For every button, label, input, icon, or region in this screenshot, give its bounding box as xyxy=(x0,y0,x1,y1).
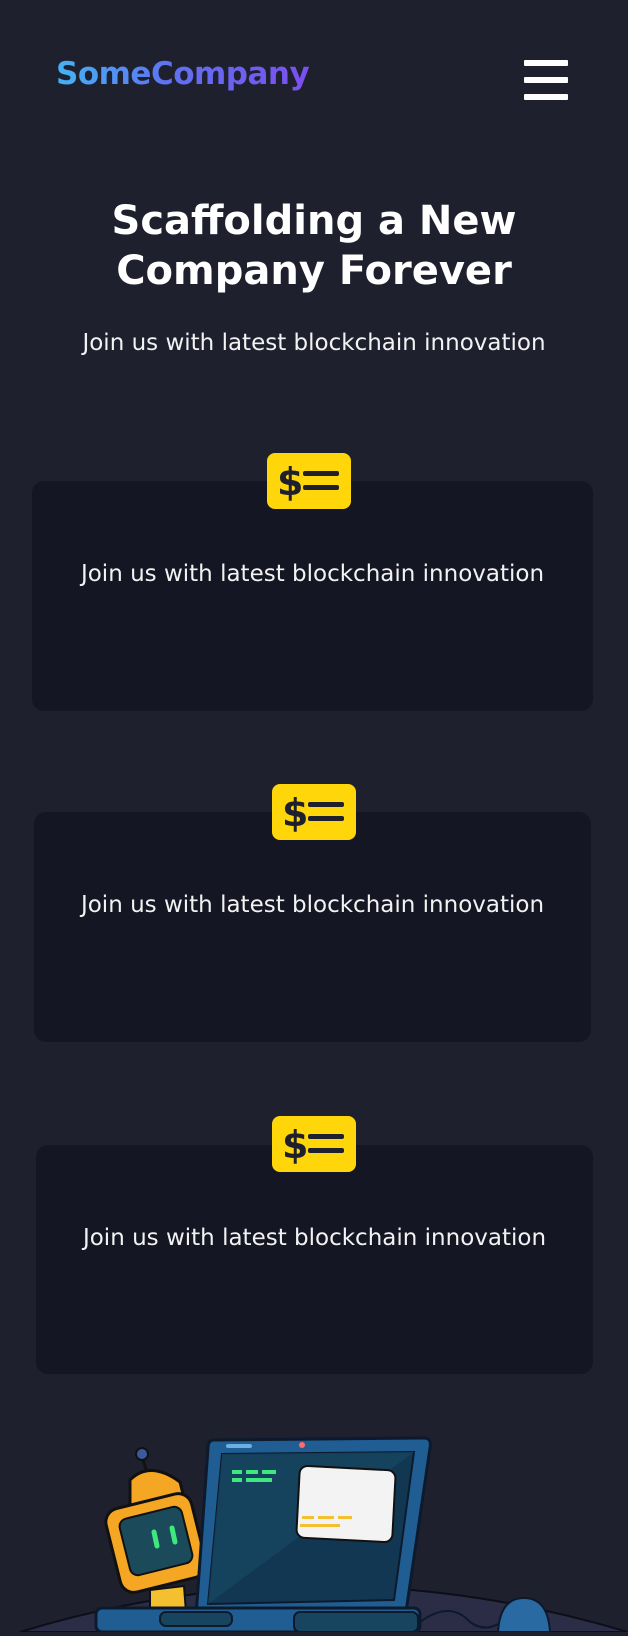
feature-card-text: Join us with latest blockchain innovatio… xyxy=(80,892,545,918)
dollar-list-icon: $ xyxy=(267,453,351,509)
menu-bar xyxy=(524,77,568,83)
svg-text:$: $ xyxy=(282,1123,308,1166)
robot-laptop-illustration xyxy=(0,1420,628,1634)
hero-title: Scaffolding a New Company Forever xyxy=(111,198,517,294)
feature-card-text: Join us with latest blockchain innovatio… xyxy=(80,561,545,587)
dollar-list-icon: $ xyxy=(272,784,356,840)
hero-subtitle: Join us with latest blockchain innovatio… xyxy=(82,330,546,356)
feature-card-text: Join us with latest blockchain innovatio… xyxy=(82,1225,547,1251)
feature-card: Join us with latest blockchain innovatio… xyxy=(32,481,593,711)
menu-bar xyxy=(524,60,568,66)
svg-text:$: $ xyxy=(282,791,308,834)
menu-bar xyxy=(524,94,568,100)
hamburger-menu-icon[interactable] xyxy=(524,60,568,100)
dollar-list-icon: $ xyxy=(272,1116,356,1172)
feature-card: Join us with latest blockchain innovatio… xyxy=(34,812,591,1042)
header: SomeCompany xyxy=(0,0,628,160)
feature-card: Join us with latest blockchain innovatio… xyxy=(36,1145,593,1374)
logo[interactable]: SomeCompany xyxy=(56,56,310,92)
svg-text:$: $ xyxy=(277,460,303,503)
